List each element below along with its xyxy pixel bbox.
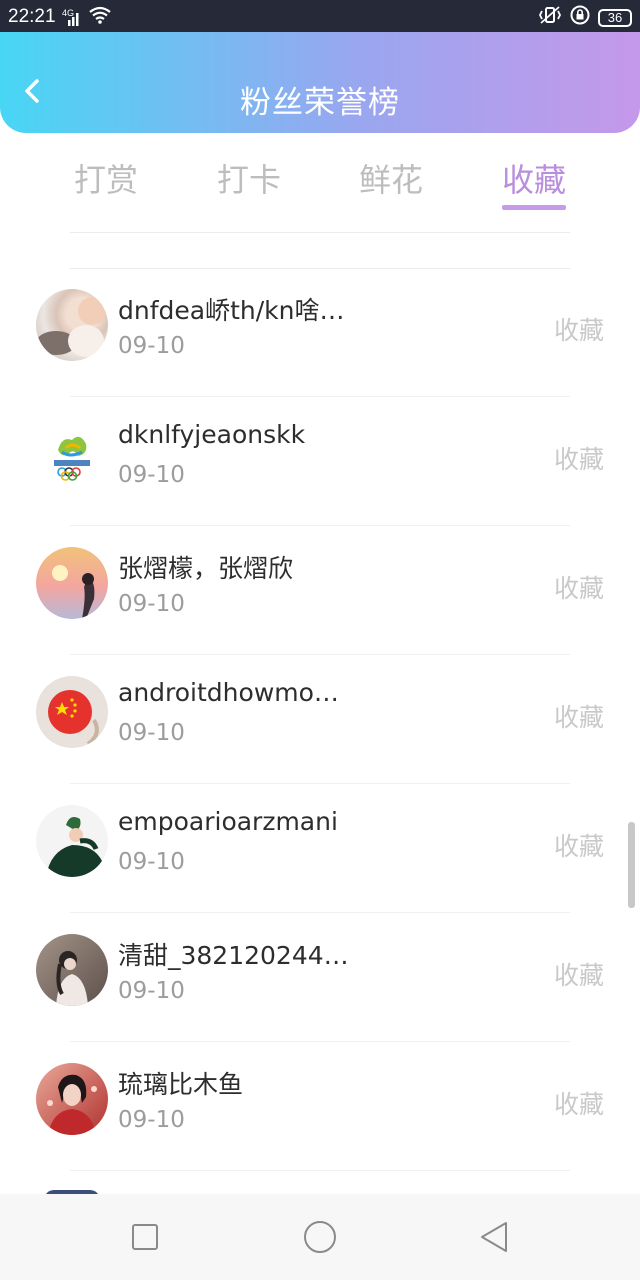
item-date: 09-10 (118, 849, 185, 875)
divider (70, 232, 570, 233)
avatar (36, 676, 108, 748)
avatar (36, 934, 108, 1006)
list-item[interactable]: empoarioarzmani 09-10 收藏 (0, 785, 640, 913)
page-title: 粉丝荣誉榜 (240, 85, 400, 121)
back-nav-button[interactable] (474, 1217, 514, 1257)
home-button[interactable] (300, 1217, 340, 1257)
avatar (36, 805, 108, 877)
row-separator (70, 525, 570, 526)
row-separator (70, 912, 570, 913)
row-separator (70, 1170, 570, 1171)
status-bar: 22:21 4G 36 (0, 0, 640, 32)
user-name: dnfdea峤th/kn啥… (118, 296, 345, 325)
tab-flowers[interactable]: 鲜花 (331, 155, 451, 201)
status-right-icons: 36 (538, 5, 632, 30)
square-icon (132, 1224, 158, 1250)
status-left-icons: 4G (62, 5, 112, 30)
wifi-icon (88, 5, 112, 30)
item-date: 09-10 (118, 462, 185, 488)
list-item[interactable]: androitdhowmo… 09-10 收藏 (0, 656, 640, 784)
item-date: 09-10 (118, 333, 185, 359)
favorite-label: 收藏 (553, 1090, 604, 1119)
lock-icon (570, 5, 590, 30)
user-name: 清甜_382120244… (118, 941, 349, 970)
active-tab-indicator (502, 205, 566, 210)
list-item[interactable]: 琉璃比木鱼 09-10 收藏 (0, 1043, 640, 1171)
tab-bar: 打赏 打卡 鲜花 收藏 (0, 133, 640, 233)
list-item[interactable]: dnfdea峤th/kn啥… 09-10 收藏 (0, 269, 640, 397)
list-item[interactable]: dknlfyjeaonskk 09-10 收藏 (0, 398, 640, 526)
app-header: 粉丝荣誉榜 (0, 32, 640, 133)
avatar (36, 547, 108, 619)
favorite-label: 收藏 (553, 445, 604, 474)
recent-apps-button[interactable] (125, 1217, 165, 1257)
user-name: 琉璃比木鱼 (118, 1070, 244, 1099)
user-name: 张熠檬，张熠欣 (118, 554, 294, 583)
favorite-label: 收藏 (553, 703, 604, 732)
triangle-back-icon (481, 1222, 507, 1252)
circle-icon (304, 1221, 336, 1253)
favorite-label: 收藏 (553, 316, 604, 345)
favorite-label: 收藏 (553, 832, 604, 861)
user-name: dknlfyjeaonskk (118, 420, 306, 449)
favorite-label: 收藏 (553, 574, 604, 603)
item-date: 09-10 (118, 591, 185, 617)
vibrate-icon (538, 5, 562, 30)
user-name: empoarioarzmani (118, 807, 338, 836)
item-date: 09-10 (118, 978, 185, 1004)
scrollbar[interactable] (628, 822, 635, 908)
row-separator (70, 783, 570, 784)
system-nav-bar (0, 1194, 640, 1280)
item-date: 09-10 (118, 720, 185, 746)
avatar (36, 1063, 108, 1135)
tab-checkin[interactable]: 打卡 (189, 155, 309, 201)
row-separator (70, 654, 570, 655)
user-name: androitdhowmo… (118, 678, 339, 707)
list-item[interactable]: 清甜_382120244… 09-10 收藏 (0, 914, 640, 1042)
list-item[interactable]: 张熠檬，张熠欣 09-10 收藏 (0, 527, 640, 655)
avatar (36, 289, 108, 361)
signal-icon: 4G (62, 8, 82, 28)
item-date: 09-10 (118, 1107, 185, 1133)
row-separator (70, 1041, 570, 1042)
favorite-label: 收藏 (553, 961, 604, 990)
row-separator (70, 396, 570, 397)
tab-reward[interactable]: 打赏 (46, 155, 166, 201)
tab-favorites[interactable]: 收藏 (474, 155, 594, 201)
avatar (36, 418, 108, 490)
status-time: 22:21 (8, 6, 56, 27)
battery-indicator: 36 (598, 8, 632, 27)
